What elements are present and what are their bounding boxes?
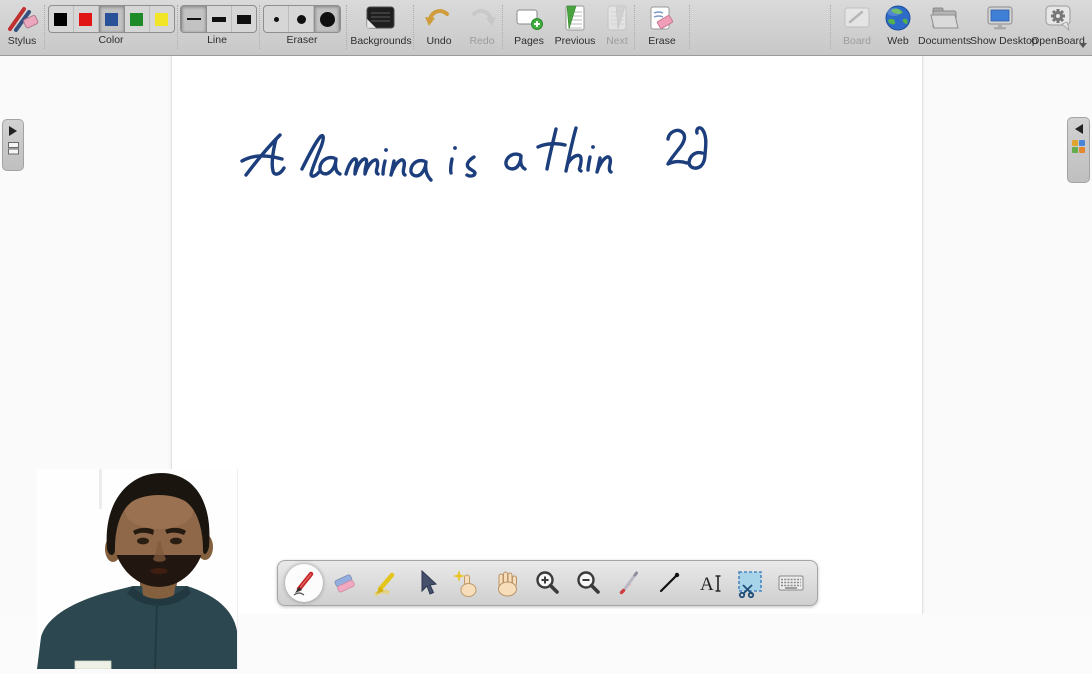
line-icon xyxy=(654,568,684,598)
pen-icon xyxy=(289,568,319,598)
show-desktop-monitor-icon xyxy=(970,2,1030,34)
previous-page-button[interactable]: Previous xyxy=(552,2,598,52)
keyboard-icon xyxy=(776,568,806,598)
presenter-person xyxy=(37,469,237,669)
color-swatch-red[interactable] xyxy=(74,6,99,32)
webcam-badge xyxy=(75,661,111,669)
text-icon: A xyxy=(695,568,725,598)
toolbar-overflow-caret[interactable] xyxy=(1079,43,1087,48)
line-width-group: Line xyxy=(180,2,254,52)
separator xyxy=(413,5,414,49)
highlighter-tool[interactable] xyxy=(366,564,404,602)
eraser-large-option[interactable] xyxy=(314,6,340,32)
eraser-size-group: Eraser xyxy=(263,2,341,52)
pages-icon xyxy=(506,2,552,34)
top-toolbar: Stylus Color Line Eraser xyxy=(0,0,1092,56)
stylus-icon xyxy=(0,2,44,34)
web-globe-icon xyxy=(878,2,918,34)
line-thin-option[interactable] xyxy=(181,6,207,32)
zoom-out-tool[interactable] xyxy=(569,564,607,602)
separator xyxy=(44,5,45,49)
erase-annotation-tool[interactable] xyxy=(326,564,364,602)
backgrounds-icon xyxy=(350,2,412,34)
stylus-palette: A xyxy=(277,560,818,606)
erase-page-button[interactable]: Erase xyxy=(640,2,684,52)
pan-hand-tool[interactable] xyxy=(488,564,526,602)
undo-icon xyxy=(418,2,460,34)
web-mode-button[interactable]: Web xyxy=(878,2,918,52)
line-medium-option[interactable] xyxy=(207,6,232,32)
openboard-gear-icon xyxy=(1030,2,1086,34)
eraser-icon xyxy=(330,568,360,598)
expand-left-icon xyxy=(1075,124,1083,134)
redo-button[interactable]: Redo xyxy=(462,2,502,52)
openboard-menu-button[interactable]: OpenBoard xyxy=(1030,2,1086,52)
eraser-small-option[interactable] xyxy=(264,6,289,32)
cursor-arrow-icon xyxy=(411,568,441,598)
handwritten-annotation xyxy=(228,117,718,187)
capture-scissors-icon xyxy=(735,568,765,598)
left-drawer-tab[interactable] xyxy=(2,119,24,171)
documents-folder-icon xyxy=(918,2,970,34)
next-page-icon xyxy=(598,2,636,34)
previous-page-icon xyxy=(552,2,598,34)
separator xyxy=(259,5,260,49)
library-icon xyxy=(1072,140,1085,153)
laser-pointer-tool[interactable] xyxy=(610,564,648,602)
color-swatch-black[interactable] xyxy=(49,6,74,32)
color-swatch-blue[interactable] xyxy=(99,6,125,32)
presenter-webcam-overlay xyxy=(37,469,238,669)
page-thumbnails-icon xyxy=(7,142,20,156)
annotate-pen-tool[interactable] xyxy=(285,564,323,602)
erase-page-icon xyxy=(640,2,684,34)
separator xyxy=(689,5,690,49)
zoom-out-icon xyxy=(573,568,603,598)
separator xyxy=(830,5,831,49)
undo-button[interactable]: Undo xyxy=(418,2,460,52)
zoom-in-icon xyxy=(532,568,562,598)
svg-text:A: A xyxy=(700,574,714,595)
show-desktop-button[interactable]: Show Desktop xyxy=(970,2,1030,52)
board-mode-icon xyxy=(836,2,878,34)
eraser-medium-option[interactable] xyxy=(289,6,314,32)
separator xyxy=(502,5,503,49)
expand-right-icon xyxy=(9,126,17,136)
virtual-keyboard-tool[interactable] xyxy=(772,564,810,602)
next-page-button[interactable]: Next xyxy=(598,2,636,52)
stylus-button[interactable]: Stylus xyxy=(0,2,44,52)
backgrounds-button[interactable]: Backgrounds xyxy=(350,2,412,52)
zoom-in-tool[interactable] xyxy=(528,564,566,602)
color-swatch-yellow[interactable] xyxy=(150,6,174,32)
color-group: Color xyxy=(46,2,176,52)
highlighter-icon xyxy=(370,568,400,598)
open-hand-icon xyxy=(492,568,522,598)
line-thick-option[interactable] xyxy=(232,6,256,32)
pages-button[interactable]: Pages xyxy=(506,2,552,52)
separator xyxy=(177,5,178,49)
laser-pointer-icon xyxy=(614,568,644,598)
color-swatch-green[interactable] xyxy=(125,6,150,32)
board-mode-button[interactable]: Board xyxy=(836,2,878,52)
board-workarea[interactable] xyxy=(0,55,1092,614)
separator xyxy=(346,5,347,49)
write-text-tool[interactable]: A xyxy=(691,564,729,602)
redo-icon xyxy=(462,2,502,34)
selector-arrow-tool[interactable] xyxy=(407,564,445,602)
interact-pointer-tool[interactable] xyxy=(447,564,485,602)
capture-area-tool[interactable] xyxy=(731,564,769,602)
right-drawer-tab[interactable] xyxy=(1067,117,1090,183)
documents-mode-button[interactable]: Documents xyxy=(918,2,970,52)
interact-hand-icon xyxy=(451,568,481,598)
draw-line-tool[interactable] xyxy=(650,564,688,602)
